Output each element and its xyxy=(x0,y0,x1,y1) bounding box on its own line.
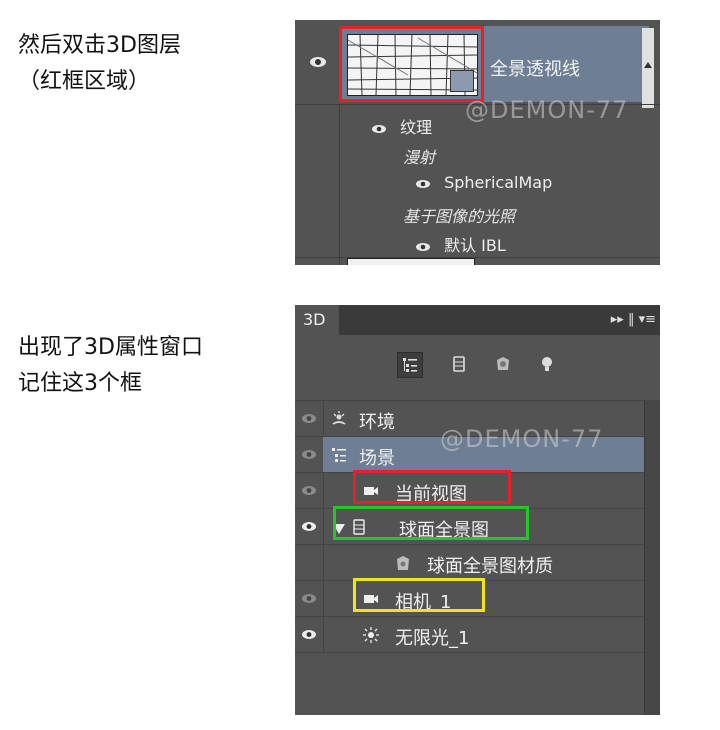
mesh-icon xyxy=(453,356,465,372)
visibility-eye-icon[interactable] xyxy=(415,179,431,189)
visibility-eye-icon[interactable] xyxy=(309,54,327,70)
watermark: @DEMON-77 xyxy=(440,425,604,453)
visibility-toggle[interactable] xyxy=(295,437,324,473)
filter-whole-scene-button[interactable] xyxy=(397,352,423,378)
row-label: 环境 xyxy=(359,412,395,433)
visibility-eye-icon[interactable] xyxy=(301,413,317,424)
layer-name[interactable]: 全景透视线 xyxy=(490,55,580,81)
highlight-spherical-panorama xyxy=(333,506,529,540)
filter-meshes-button[interactable] xyxy=(447,352,473,378)
divider xyxy=(339,104,340,265)
row-content[interactable]: 球面全景图材质 xyxy=(323,545,645,581)
3d-filter-toolbar xyxy=(295,335,660,395)
row-label: 球面全景图材质 xyxy=(427,556,553,577)
tab-3d[interactable]: 3D xyxy=(295,305,339,335)
scene-tree-icon xyxy=(403,358,417,372)
visibility-eye-icon[interactable] xyxy=(371,124,387,134)
instruction-step1-line1: 然后双击3D图层 xyxy=(18,33,181,58)
tree-row-infinite-light-1[interactable]: 无限光_1 xyxy=(295,616,645,653)
spherical-map-label: SphericalMap xyxy=(444,173,553,192)
texture-label: 纹理 xyxy=(400,118,433,137)
visibility-toggle[interactable] xyxy=(295,401,324,437)
row-label: 场景 xyxy=(359,448,395,469)
light-bulb-icon xyxy=(542,357,552,371)
visibility-eye-icon[interactable] xyxy=(415,242,431,252)
filter-lights-button[interactable] xyxy=(535,352,561,378)
scene-icon xyxy=(332,448,346,462)
layers-panel: 全景透视线 纹理 漫射 SphericalMap 基于图像的光照 默认 IBL … xyxy=(295,20,660,265)
panel-menu-icon[interactable]: ▸▸ ‖ ▾≡ xyxy=(611,305,656,335)
default-ibl-row[interactable]: 默认 IBL xyxy=(415,232,506,256)
layer-thumbnail xyxy=(347,34,478,96)
visibility-eye-icon[interactable] xyxy=(301,629,317,640)
tree-row-panorama-material[interactable]: 球面全景图材质 xyxy=(295,544,645,581)
filter-materials-button[interactable] xyxy=(491,352,517,378)
visibility-toggle[interactable] xyxy=(295,617,324,653)
layer-thumbnail-highlight[interactable] xyxy=(339,26,484,102)
instruction-step2-line1: 出现了3D属性窗口 xyxy=(18,335,203,360)
material-icon xyxy=(497,357,509,370)
mapping-label: 漫射 xyxy=(403,148,436,167)
watermark: @DEMON-77 xyxy=(465,96,629,124)
instruction-step1: 然后双击3D图层 （红框区域） xyxy=(18,28,181,100)
instruction-step1-line2: （红框区域） xyxy=(18,69,151,94)
3d-panel: 3D ▸▸ ‖ ▾≡ 环境 场景 当前视图 球面全景图 球面全景图材质 相机_1… xyxy=(295,305,660,715)
default-ibl-label: 默认 IBL xyxy=(444,236,506,255)
instruction-step2: 出现了3D属性窗口 记住这3个框 xyxy=(18,330,203,402)
scrollbar[interactable] xyxy=(642,28,654,108)
material-icon xyxy=(397,556,409,570)
panel-tab-bar: 3D ▸▸ ‖ ▾≡ xyxy=(295,305,660,335)
visibility-eye-icon[interactable] xyxy=(301,449,317,460)
visibility-eye-icon[interactable] xyxy=(301,593,317,604)
spherical-map-row[interactable]: SphericalMap xyxy=(415,173,552,192)
instruction-step2-line2: 记住这3个框 xyxy=(18,371,142,396)
visibility-toggle[interactable] xyxy=(295,473,324,509)
texture-row[interactable]: 纹理 xyxy=(371,114,432,138)
divider xyxy=(295,652,645,654)
highlight-current-view xyxy=(353,470,511,504)
3d-layer-badge-icon xyxy=(450,70,474,92)
ibl-group-label: 基于图像的光照 xyxy=(403,207,516,226)
highlight-camera-1 xyxy=(353,578,485,612)
visibility-eye-icon[interactable] xyxy=(301,485,317,496)
row-label: 无限光_1 xyxy=(395,628,470,649)
scrollbar[interactable] xyxy=(644,400,660,715)
layer-row-3d[interactable]: 全景透视线 xyxy=(295,20,660,108)
next-layer-thumbnail xyxy=(347,258,475,265)
visibility-toggle[interactable] xyxy=(295,581,324,617)
infinite-light-icon xyxy=(363,627,379,643)
visibility-toggle[interactable] xyxy=(295,509,324,545)
visibility-toggle xyxy=(295,545,324,581)
visibility-eye-icon[interactable] xyxy=(301,521,317,532)
row-content[interactable]: 无限光_1 xyxy=(323,617,645,653)
environment-icon xyxy=(332,411,346,425)
